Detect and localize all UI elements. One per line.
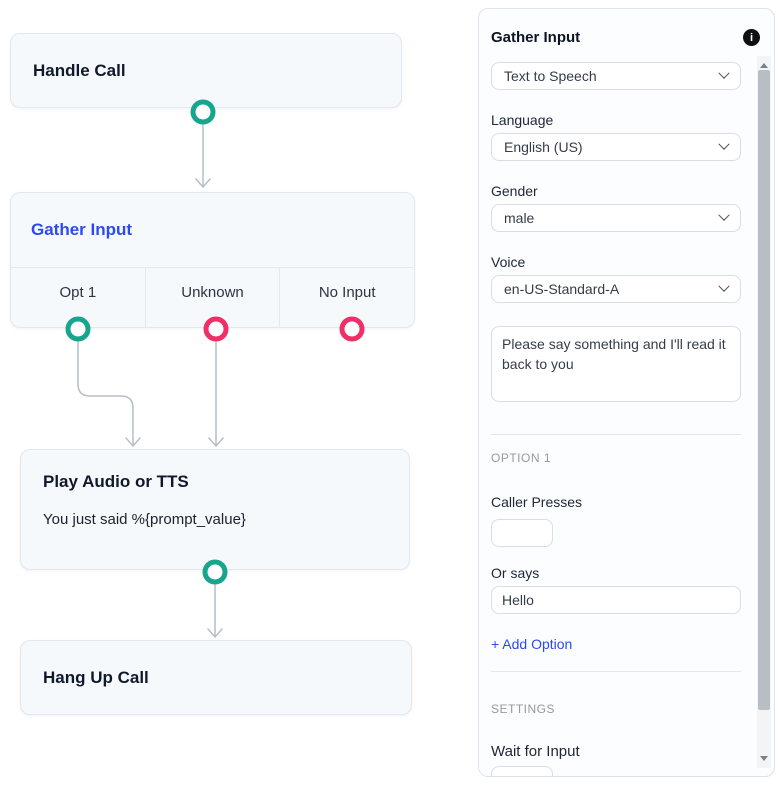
or-says-label: Or says [491,565,741,581]
node-gather-input[interactable]: Gather Input Opt 1 Unknown No Input [10,192,415,328]
type-select-value: Text to Speech [504,68,597,84]
info-icon[interactable]: i [743,29,760,46]
app-window: Handle Call Gather Input Opt 1 Unknown N… [0,0,782,792]
panel-header: Gather Input i [479,9,774,46]
config-panel: Gather Input i Text to Speech Language E… [478,8,775,777]
section-divider [491,434,741,435]
chevron-down-icon [718,210,729,221]
gather-options-row: Opt 1 Unknown No Input [11,268,414,328]
panel-scrollbar[interactable] [757,56,771,768]
panel-body: Text to Speech Language English (US) Gen… [479,62,741,777]
scrollbar-up-arrow-icon[interactable] [760,63,768,68]
language-label: Language [491,112,741,128]
node-handle-call-title: Handle Call [33,61,126,81]
voice-select-value: en-US-Standard-A [504,281,619,297]
panel-title: Gather Input [491,29,580,46]
language-select[interactable]: English (US) [491,133,741,161]
node-gather-input-title: Gather Input [31,220,132,240]
option-cell-no-input[interactable]: No Input [279,268,414,328]
node-hang-up-call-title: Hang Up Call [43,668,149,688]
type-select[interactable]: Text to Speech [491,62,741,90]
option1-section-heading: OPTION 1 [491,451,741,465]
language-select-value: English (US) [504,139,583,155]
section-divider [491,671,741,672]
add-option-link[interactable]: + Add Option [491,636,572,652]
node-play-audio-title: Play Audio or TTS [43,472,409,492]
wait-for-input-input[interactable] [491,766,553,777]
option-cell-opt1[interactable]: Opt 1 [11,268,145,328]
node-handle-call[interactable]: Handle Call [10,33,402,108]
chevron-down-icon [718,281,729,292]
scrollbar-down-arrow-icon[interactable] [760,756,768,761]
settings-section-heading: SETTINGS [491,702,741,716]
caller-presses-label: Caller Presses [491,494,741,510]
voice-select[interactable]: en-US-Standard-A [491,275,741,303]
scrollbar-thumb[interactable] [758,70,770,710]
arrowhead-icon [196,179,210,187]
arrowhead-icon [126,438,140,446]
node-hang-up-call[interactable]: Hang Up Call [20,640,412,715]
option-cell-unknown[interactable]: Unknown [145,268,280,328]
or-says-input[interactable] [491,586,741,614]
voice-label: Voice [491,254,741,270]
wait-for-input-label: Wait for Input [491,743,741,760]
gender-label: Gender [491,183,741,199]
prompt-textarea[interactable]: Please say something and I'll read it ba… [491,326,741,402]
arrowhead-icon [209,438,223,446]
node-play-audio-subtitle: You just said %{prompt_value} [43,511,409,528]
chevron-down-icon [718,68,729,79]
flow-canvas: Handle Call Gather Input Opt 1 Unknown N… [0,0,462,792]
arrowhead-icon [208,629,222,637]
caller-presses-input[interactable] [491,519,553,547]
gender-select[interactable]: male [491,204,741,232]
node-play-audio[interactable]: Play Audio or TTS You just said %{prompt… [20,449,410,570]
edge-opt1-to-play [78,342,133,445]
chevron-down-icon [718,139,729,150]
gender-select-value: male [504,210,534,226]
